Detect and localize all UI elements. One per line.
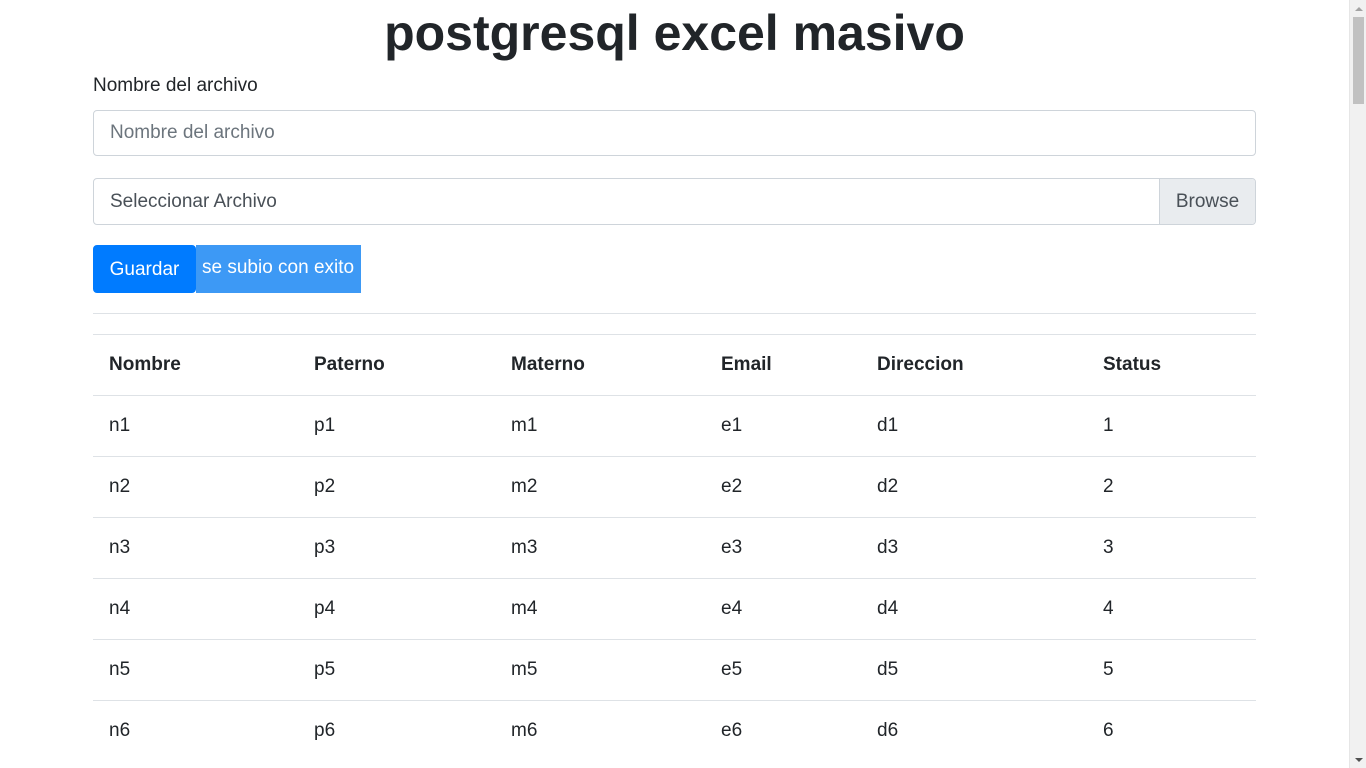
cell-materno: m3 xyxy=(495,517,705,579)
cell-nombre: n1 xyxy=(93,395,298,457)
cell-email: e5 xyxy=(705,639,861,701)
table-row: n4 p4 m4 e4 d4 4 xyxy=(93,578,1256,640)
cell-paterno: p3 xyxy=(298,517,495,579)
file-picker-label[interactable]: Seleccionar Archivo xyxy=(94,179,1159,224)
cell-direccion: d2 xyxy=(861,456,1087,518)
save-button[interactable]: Guardar xyxy=(93,245,196,293)
cell-direccion: d3 xyxy=(861,517,1087,579)
scroll-down-arrow-icon[interactable] xyxy=(1350,751,1366,768)
table-row: n5 p5 m5 e5 d5 5 xyxy=(93,639,1256,701)
cell-paterno: p2 xyxy=(298,456,495,518)
filename-label: Nombre del archivo xyxy=(93,75,258,96)
status-message: se subio con exito xyxy=(196,245,361,293)
cell-materno: m1 xyxy=(495,395,705,457)
column-header-nombre: Nombre xyxy=(93,334,298,396)
cell-materno: m2 xyxy=(495,456,705,518)
cell-status: 5 xyxy=(1087,639,1256,701)
divider xyxy=(93,313,1256,314)
cell-nombre: n4 xyxy=(93,578,298,640)
cell-status: 4 xyxy=(1087,578,1256,640)
cell-status: 2 xyxy=(1087,456,1256,518)
cell-email: e3 xyxy=(705,517,861,579)
cell-paterno: p5 xyxy=(298,639,495,701)
cell-email: e2 xyxy=(705,456,861,518)
data-table: Nombre Paterno Materno Email Direccion S… xyxy=(93,334,1256,762)
cell-email: e1 xyxy=(705,395,861,457)
cell-direccion: d4 xyxy=(861,578,1087,640)
cell-email: e6 xyxy=(705,700,861,762)
cell-paterno: p6 xyxy=(298,700,495,762)
page: postgresql excel masivo Nombre del archi… xyxy=(0,0,1366,768)
column-header-status: Status xyxy=(1087,334,1256,396)
table-row: n3 p3 m3 e3 d3 3 xyxy=(93,517,1256,579)
scroll-up-arrow-icon[interactable] xyxy=(1350,0,1366,17)
file-picker[interactable]: Seleccionar Archivo Browse xyxy=(93,178,1256,225)
cell-nombre: n3 xyxy=(93,517,298,579)
table-row: n1 p1 m1 e1 d1 1 xyxy=(93,395,1256,457)
cell-materno: m6 xyxy=(495,700,705,762)
cell-status: 3 xyxy=(1087,517,1256,579)
scrollbar-thumb[interactable] xyxy=(1353,17,1364,104)
column-header-paterno: Paterno xyxy=(298,334,495,396)
cell-status: 1 xyxy=(1087,395,1256,457)
cell-materno: m4 xyxy=(495,578,705,640)
cell-nombre: n6 xyxy=(93,700,298,762)
table-row: n2 p2 m2 e2 d2 2 xyxy=(93,456,1256,518)
table-header-row: Nombre Paterno Materno Email Direccion S… xyxy=(93,334,1256,396)
vertical-scrollbar[interactable] xyxy=(1349,0,1366,768)
cell-direccion: d5 xyxy=(861,639,1087,701)
cell-status: 6 xyxy=(1087,700,1256,762)
page-title: postgresql excel masivo xyxy=(384,5,965,61)
cell-materno: m5 xyxy=(495,639,705,701)
browse-button[interactable]: Browse xyxy=(1159,179,1255,224)
cell-nombre: n5 xyxy=(93,639,298,701)
cell-direccion: d1 xyxy=(861,395,1087,457)
column-header-materno: Materno xyxy=(495,334,705,396)
column-header-email: Email xyxy=(705,334,861,396)
cell-paterno: p1 xyxy=(298,395,495,457)
cell-direccion: d6 xyxy=(861,700,1087,762)
filename-input[interactable] xyxy=(93,110,1256,156)
form-actions: Guardar se subio con exito xyxy=(93,245,361,293)
table-row: n6 p6 m6 e6 d6 6 xyxy=(93,700,1256,762)
cell-email: e4 xyxy=(705,578,861,640)
column-header-direccion: Direccion xyxy=(861,334,1087,396)
cell-paterno: p4 xyxy=(298,578,495,640)
cell-nombre: n2 xyxy=(93,456,298,518)
